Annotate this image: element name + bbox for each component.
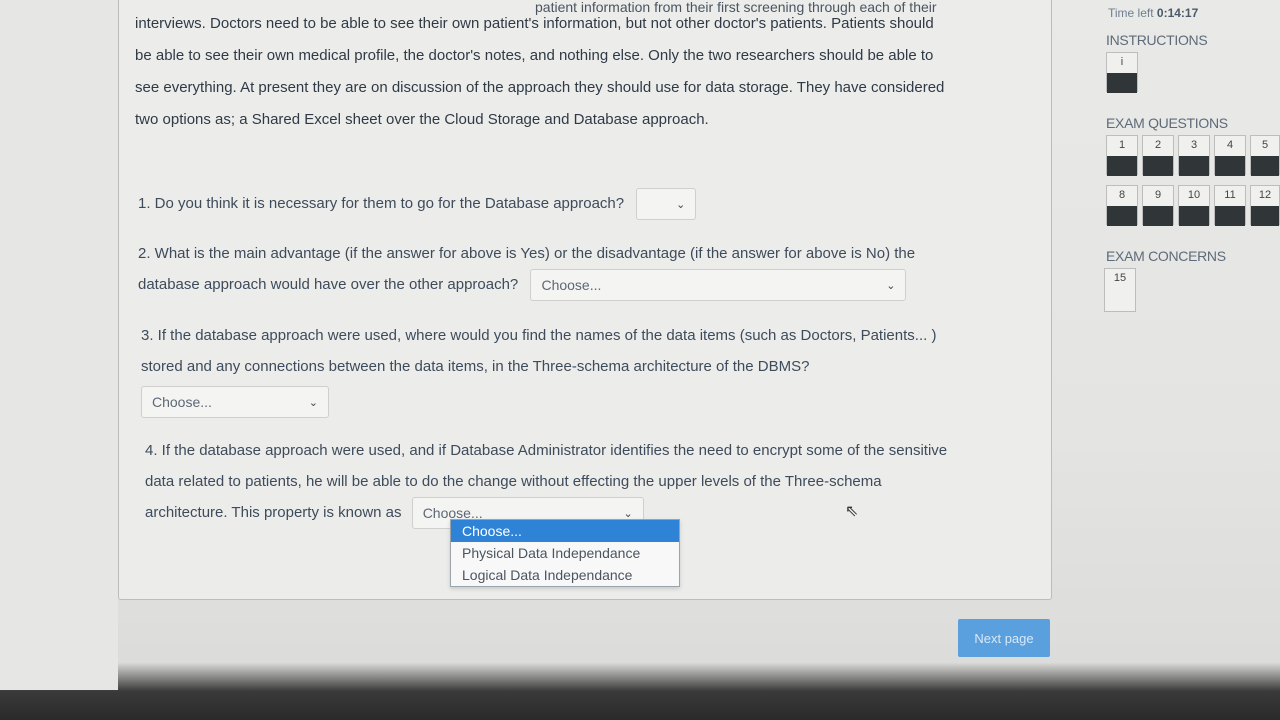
question-2: 2. What is the main advantage (if the an…	[138, 238, 916, 302]
nav-fill	[1215, 156, 1245, 176]
nav-fill	[1107, 206, 1137, 226]
question-nav-3[interactable]: 3	[1178, 135, 1210, 176]
question-nav-2[interactable]: 2	[1142, 135, 1174, 176]
chevron-down-icon: ⌄	[886, 278, 896, 292]
question-nav-label: 10	[1187, 189, 1201, 201]
time-left: Time left 0:14:17	[1108, 6, 1198, 20]
question-nav-9[interactable]: 9	[1142, 185, 1174, 226]
question-nav-label: 1	[1118, 139, 1126, 151]
mouse-cursor-icon: ⇖	[845, 501, 859, 520]
question-nav-11[interactable]: 11	[1214, 185, 1246, 226]
chevron-down-icon: ⌄	[308, 395, 318, 409]
question-4: 4. If the database approach were used, a…	[145, 435, 948, 530]
passage-line-4: two options as; a Shared Excel sheet ove…	[135, 111, 709, 128]
next-page-button[interactable]: Next page	[958, 619, 1050, 657]
question-4-text-line3: architecture. This property is known as	[145, 504, 402, 521]
question-3-value: Choose...	[152, 393, 212, 410]
nav-fill	[1251, 156, 1279, 176]
concerns-label: 15	[1113, 272, 1127, 284]
info-icon: i	[1120, 56, 1124, 68]
question-nav-10[interactable]: 10	[1178, 185, 1210, 226]
question-2-text-line2: database approach would have over the ot…	[138, 276, 519, 293]
nav-fill	[1107, 156, 1137, 176]
question-1: 1. Do you think it is necessary for them…	[138, 188, 697, 221]
question-2-value: Choose...	[541, 276, 602, 293]
question-2-select[interactable]: Choose... ⌄	[530, 269, 907, 302]
concerns-button[interactable]: 15	[1104, 268, 1136, 312]
question-4-text-line1: 4. If the database approach were used, a…	[145, 442, 948, 459]
question-4-text-line2: data related to patients, he will be abl…	[145, 473, 882, 490]
question-1-select[interactable]: ⌄	[636, 188, 697, 221]
passage-line-1: interviews. Doctors need to be able to s…	[135, 15, 934, 32]
timer-value: 0:14:17	[1156, 6, 1199, 20]
question-3-text-line1: 3. If the database approach were used, w…	[141, 327, 937, 344]
question-nav-label: 11	[1224, 189, 1236, 201]
nav-fill	[1179, 156, 1209, 176]
instructions-button[interactable]: i	[1106, 52, 1138, 93]
question-3-text-line2: stored and any connections between the d…	[141, 358, 810, 375]
exam-questions-title: EXAM QUESTIONS	[1106, 115, 1228, 131]
question-3-select[interactable]: Choose... ⌄	[141, 386, 329, 419]
passage-line-3: see everything. At present they are on d…	[135, 79, 945, 96]
question-nav-12[interactable]: 12	[1250, 185, 1280, 226]
option-choose[interactable]: Choose...	[451, 520, 679, 542]
question-4-options-list: Choose... Physical Data Independance Log…	[450, 519, 680, 587]
question-3: 3. If the database approach were used, w…	[141, 320, 937, 419]
nav-fill	[1143, 206, 1173, 226]
passage-line-2: be able to see their own medical profile…	[135, 47, 934, 64]
nav-fill	[1251, 206, 1279, 226]
option-physical-data-independance[interactable]: Physical Data Independance	[451, 542, 679, 564]
question-nav-label: 3	[1190, 139, 1198, 151]
instructions-title: INSTRUCTIONS	[1106, 32, 1208, 48]
chevron-down-icon: ⌄	[676, 197, 686, 211]
question-nav-4[interactable]: 4	[1214, 135, 1246, 176]
question-nav-label: 12	[1258, 189, 1272, 201]
exam-sidebar: Time left 0:14:17 INSTRUCTIONS i EXAM QU…	[1100, 0, 1280, 700]
question-nav-5[interactable]: 5	[1250, 135, 1280, 176]
question-nav-label: 4	[1226, 139, 1234, 151]
nav-fill	[1107, 73, 1137, 93]
option-logical-data-independance[interactable]: Logical Data Independance	[451, 564, 679, 586]
nav-fill	[1143, 156, 1173, 176]
question-nav-label: 9	[1154, 189, 1162, 201]
timer-label: Time left	[1108, 6, 1154, 20]
left-margin	[0, 0, 118, 690]
question-nav-label: 5	[1261, 139, 1269, 151]
question-nav-1[interactable]: 1	[1106, 135, 1138, 176]
exam-concerns-title: EXAM CONCERNS	[1106, 248, 1226, 264]
question-nav-8[interactable]: 8	[1106, 185, 1138, 226]
nav-fill	[1215, 206, 1245, 226]
question-1-text: 1. Do you think it is necessary for them…	[138, 195, 625, 212]
question-2-text-line1: 2. What is the main advantage (if the an…	[138, 245, 916, 262]
question-nav-label: 8	[1118, 189, 1126, 201]
nav-fill	[1179, 206, 1209, 226]
question-nav-label: 2	[1154, 139, 1162, 151]
